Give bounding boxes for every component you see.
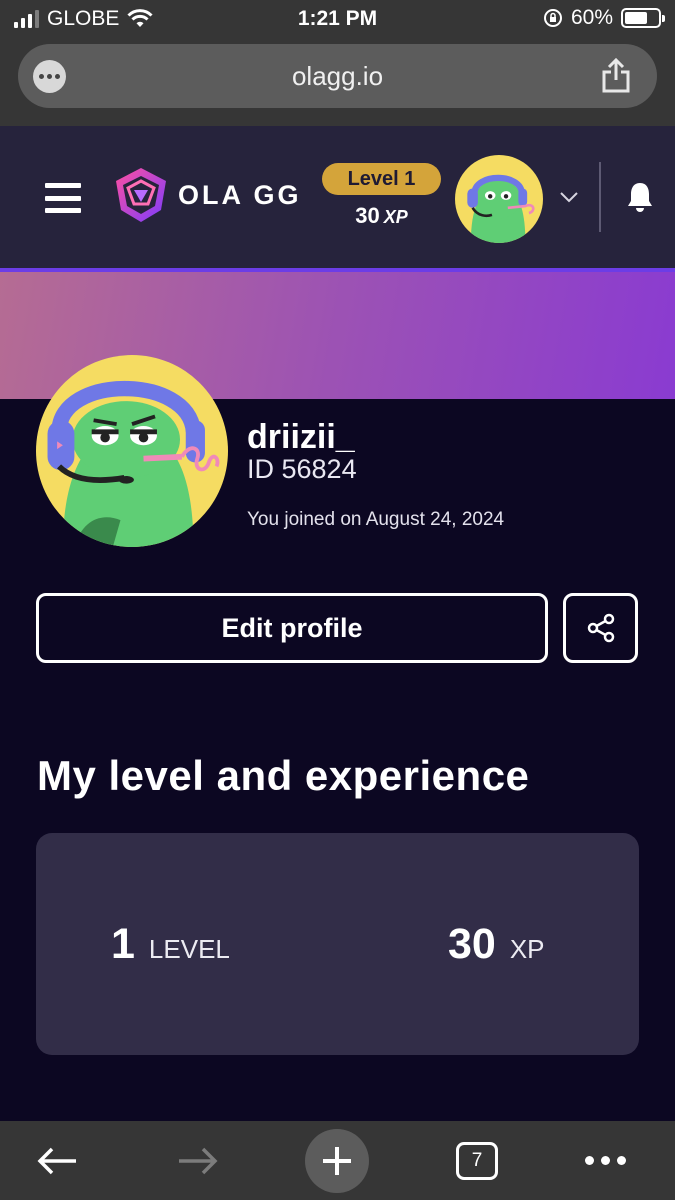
xp-unit: XP (509, 934, 545, 964)
level-value: 1 (111, 920, 135, 968)
back-button[interactable] (35, 1121, 79, 1200)
forward-button[interactable] (176, 1121, 220, 1200)
more-menu-button[interactable] (582, 1121, 628, 1200)
hamburger-icon[interactable] (45, 183, 81, 213)
level-unit: LEVEL (148, 934, 230, 964)
xp-stat: 30 XP (448, 920, 545, 969)
browser-address-area: olagg.io (0, 40, 675, 126)
more-icon (584, 1156, 626, 1165)
chevron-down-icon[interactable] (559, 191, 579, 203)
status-right: 60% (543, 6, 665, 30)
back-arrow-icon (37, 1147, 76, 1174)
logo-mark-icon (116, 168, 166, 222)
logo-text: OLA GG (178, 179, 302, 210)
profile-avatar[interactable] (36, 355, 228, 547)
header-xp: 30 XP (322, 203, 441, 229)
user-id: ID 56824 (247, 454, 357, 484)
share-icon (587, 613, 614, 643)
level-badge: Level 1 (322, 163, 441, 195)
forward-arrow-icon (179, 1147, 218, 1174)
level-stat: 1 LEVEL (111, 920, 230, 969)
new-tab-button[interactable] (305, 1121, 369, 1200)
tabs-button[interactable]: 7 (455, 1121, 499, 1200)
avatar-image (455, 155, 543, 243)
status-bar: GLOBE 1:21 PM 60% (0, 0, 675, 40)
share-icon[interactable] (601, 58, 631, 94)
header-xp-value: 30 (355, 203, 380, 228)
browser-toolbar: 7 (0, 1121, 675, 1200)
bell-icon[interactable] (626, 181, 654, 213)
section-title: My level and experience (37, 752, 530, 799)
header-avatar[interactable] (455, 155, 543, 243)
tab-count: 7 (456, 1141, 498, 1180)
url-text[interactable]: olagg.io (18, 61, 657, 92)
battery-icon (621, 8, 665, 28)
username: driizii_ (247, 418, 355, 456)
address-bar[interactable]: olagg.io (18, 44, 657, 108)
edit-profile-button[interactable]: Edit profile (36, 593, 548, 663)
plus-icon (305, 1128, 369, 1193)
joined-date: You joined on August 24, 2024 (247, 509, 505, 530)
header-divider (599, 162, 601, 232)
orientation-lock-icon (543, 9, 562, 27)
header-xp-unit: XP (383, 207, 408, 227)
level-experience-card: 1 LEVEL 30 XP (36, 833, 639, 1055)
ola-gg-logo[interactable]: OLA GG (114, 166, 302, 224)
site-header: OLA GG Level 1 30 XP (0, 126, 675, 272)
avatar-image (36, 355, 228, 547)
xp-value: 30 (448, 920, 496, 968)
battery-percent: 60% (570, 6, 613, 29)
header-level-block[interactable]: Level 1 30 XP (322, 163, 441, 229)
share-profile-button[interactable] (563, 593, 638, 663)
